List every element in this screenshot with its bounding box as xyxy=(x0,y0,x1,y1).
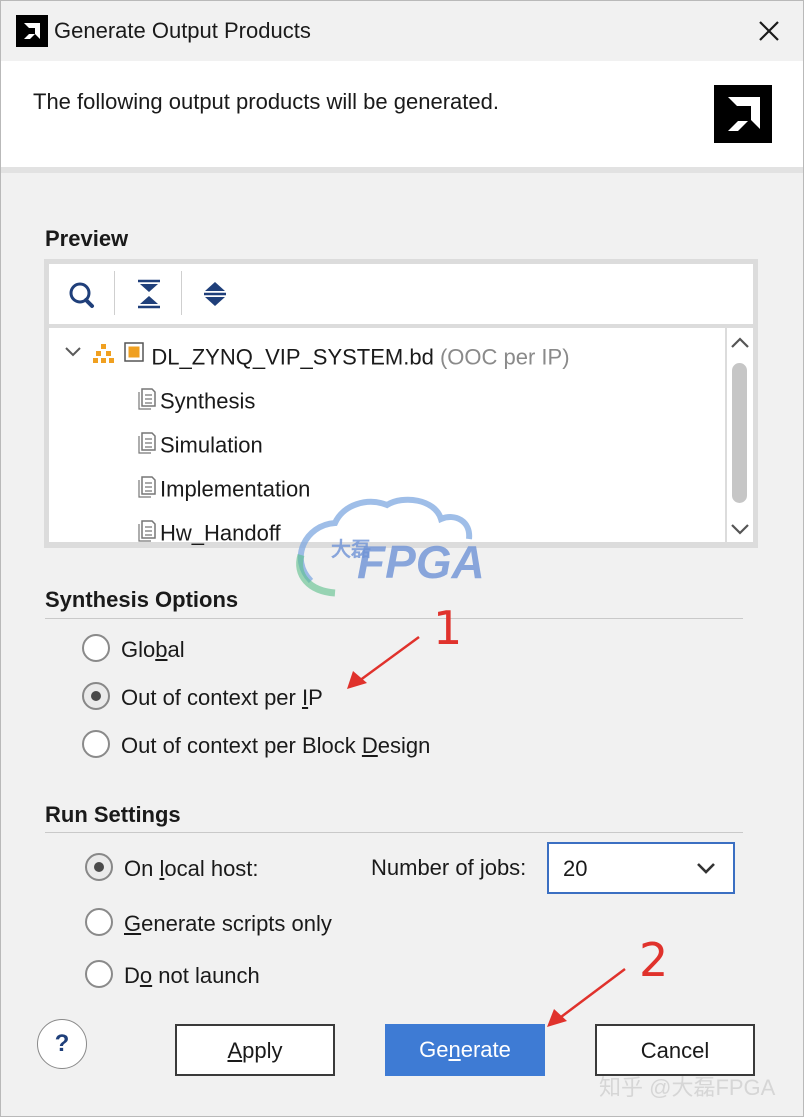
collapse-all-icon[interactable] xyxy=(127,271,171,317)
tree-item-label: Implementation xyxy=(160,476,311,502)
generate-output-products-dialog: Generate Output Products The following o… xyxy=(0,0,804,1117)
option-ooc-per-ip-label[interactable]: Out of context per IP xyxy=(121,685,323,711)
watermark-text: FPGA xyxy=(357,536,485,588)
chevron-down-icon[interactable] xyxy=(61,332,85,385)
toolbar-divider xyxy=(114,271,115,315)
scrollbar-thumb[interactable] xyxy=(732,363,747,503)
option-scripts-only-label[interactable]: Generate scripts only xyxy=(124,911,332,937)
amd-logo-icon xyxy=(714,85,772,143)
tree-item-implementation[interactable]: Implementation xyxy=(136,464,310,504)
search-icon[interactable] xyxy=(61,271,105,317)
section-divider xyxy=(45,618,743,619)
title-bar: Generate Output Products xyxy=(1,1,803,61)
expand-all-icon[interactable] xyxy=(193,271,237,317)
tree-item-label: Hw_Handoff xyxy=(160,520,281,546)
dalei-fpga-watermark: 大磊 FPGA xyxy=(291,495,523,599)
chevron-down-icon xyxy=(697,863,715,874)
corner-watermark: 知乎 @大磊FPGA xyxy=(599,1075,776,1100)
scroll-up-icon[interactable] xyxy=(729,334,751,352)
synthesis-options-heading: Synthesis Options xyxy=(45,587,239,612)
tree-item-label: Simulation xyxy=(160,432,263,458)
radio-generate-scripts-only[interactable] xyxy=(85,908,113,936)
tree-item-simulation[interactable]: Simulation xyxy=(136,420,263,460)
amd-app-icon xyxy=(16,15,48,47)
number-of-jobs-dropdown[interactable]: 20 xyxy=(547,842,735,894)
help-button[interactable]: ? xyxy=(37,1019,87,1069)
annotation-arrow-1 xyxy=(347,635,420,689)
preview-heading: Preview xyxy=(45,226,129,251)
annotation-arrow-2 xyxy=(547,968,626,1027)
run-settings-heading: Run Settings xyxy=(45,802,181,827)
radio-ooc-per-block-design[interactable] xyxy=(82,730,110,758)
annotation-number-2: 2 xyxy=(639,933,669,987)
file-icon xyxy=(136,508,160,561)
radio-do-not-launch[interactable] xyxy=(85,960,113,988)
jobs-value: 20 xyxy=(563,856,588,881)
option-do-not-launch-label[interactable]: Do not launch xyxy=(124,963,260,989)
option-local-host-label[interactable]: On local host: xyxy=(124,856,259,882)
tree-item-hw-handoff[interactable]: Hw_Handoff xyxy=(136,508,281,548)
tree-item-label: Synthesis xyxy=(160,388,256,414)
number-of-jobs-label: Number of jobs: xyxy=(371,855,527,880)
tree-item-synthesis[interactable]: Synthesis xyxy=(136,376,255,416)
tree-root-label: DL_ZYNQ_VIP_SYSTEM.bd xyxy=(151,344,434,370)
window-title: Generate Output Products xyxy=(54,18,311,43)
banner-divider xyxy=(1,167,803,173)
option-ooc-per-block-design-label[interactable]: Out of context per Block Design xyxy=(121,733,430,759)
annotation-number-1: 1 xyxy=(433,601,463,655)
tree-root-row[interactable]: DL_ZYNQ_VIP_SYSTEM.bd (OOC per IP) xyxy=(61,332,570,372)
banner-message: The following output products will be ge… xyxy=(33,89,499,114)
toolbar-divider xyxy=(181,271,182,315)
tree-root-mode: (OOC per IP) xyxy=(439,344,570,370)
radio-global[interactable] xyxy=(82,634,110,662)
scroll-down-icon[interactable] xyxy=(729,520,751,538)
generate-button[interactable]: Generate xyxy=(385,1024,545,1076)
radio-on-local-host[interactable] xyxy=(85,853,113,881)
hierarchy-icon xyxy=(91,332,117,385)
apply-button[interactable]: Apply xyxy=(175,1024,335,1076)
section-divider xyxy=(45,832,743,833)
close-icon[interactable] xyxy=(753,15,785,47)
option-global-label[interactable]: Global xyxy=(121,637,185,663)
radio-ooc-per-ip[interactable] xyxy=(82,682,110,710)
